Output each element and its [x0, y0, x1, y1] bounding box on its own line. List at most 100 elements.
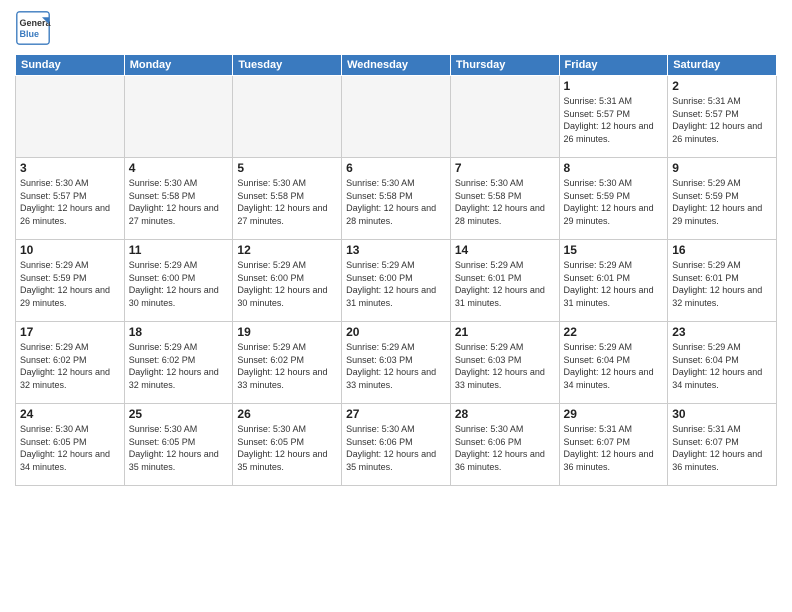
calendar-cell: 9 Sunrise: 5:29 AM Sunset: 5:59 PM Daylig…	[668, 158, 777, 240]
calendar-cell: 10 Sunrise: 5:29 AM Sunset: 5:59 PM Dayli…	[16, 240, 125, 322]
day-number: 11	[129, 243, 229, 257]
day-number: 7	[455, 161, 555, 175]
day-info: Sunrise: 5:30 AM Sunset: 5:57 PM Dayligh…	[20, 177, 120, 227]
calendar-cell: 17 Sunrise: 5:29 AM Sunset: 6:02 PM Dayli…	[16, 322, 125, 404]
day-number: 30	[672, 407, 772, 421]
day-number: 18	[129, 325, 229, 339]
day-number: 19	[237, 325, 337, 339]
calendar-cell: 15 Sunrise: 5:29 AM Sunset: 6:01 PM Dayli…	[559, 240, 668, 322]
day-number: 23	[672, 325, 772, 339]
day-number: 22	[564, 325, 664, 339]
day-number: 5	[237, 161, 337, 175]
day-number: 27	[346, 407, 446, 421]
day-number: 15	[564, 243, 664, 257]
calendar-cell: 19 Sunrise: 5:29 AM Sunset: 6:02 PM Dayli…	[233, 322, 342, 404]
week-row-2: 3 Sunrise: 5:30 AM Sunset: 5:57 PM Daylig…	[16, 158, 777, 240]
day-info: Sunrise: 5:29 AM Sunset: 6:02 PM Dayligh…	[237, 341, 337, 391]
day-number: 8	[564, 161, 664, 175]
week-row-1: 1Sunrise: 5:31 AM Sunset: 5:57 PM Daylig…	[16, 76, 777, 158]
day-number: 4	[129, 161, 229, 175]
calendar-cell: 20 Sunrise: 5:29 AM Sunset: 6:03 PM Dayli…	[342, 322, 451, 404]
logo: General Blue	[15, 10, 53, 46]
day-info: Sunrise: 5:30 AM Sunset: 5:59 PM Dayligh…	[564, 177, 664, 227]
calendar-cell: 23 Sunrise: 5:29 AM Sunset: 6:04 PM Dayli…	[668, 322, 777, 404]
day-number: 14	[455, 243, 555, 257]
logo-icon: General Blue	[15, 10, 51, 46]
day-info: Sunrise: 5:30 AM Sunset: 6:05 PM Dayligh…	[20, 423, 120, 473]
calendar-cell: 6 Sunrise: 5:30 AM Sunset: 5:58 PM Daylig…	[342, 158, 451, 240]
day-info: Sunrise: 5:30 AM Sunset: 6:05 PM Dayligh…	[129, 423, 229, 473]
day-info: Sunrise: 5:31 AM Sunset: 6:07 PM Dayligh…	[672, 423, 772, 473]
day-number: 13	[346, 243, 446, 257]
day-info: Sunrise: 5:30 AM Sunset: 6:06 PM Dayligh…	[346, 423, 446, 473]
day-number: 21	[455, 325, 555, 339]
day-info: Sunrise: 5:29 AM Sunset: 6:00 PM Dayligh…	[129, 259, 229, 309]
day-number: 17	[20, 325, 120, 339]
day-info: Sunrise: 5:29 AM Sunset: 6:03 PM Dayligh…	[455, 341, 555, 391]
week-row-5: 24 Sunrise: 5:30 AM Sunset: 6:05 PM Dayli…	[16, 404, 777, 486]
day-info: Sunrise: 5:30 AM Sunset: 5:58 PM Dayligh…	[237, 177, 337, 227]
calendar-cell: 25 Sunrise: 5:30 AM Sunset: 6:05 PM Dayli…	[124, 404, 233, 486]
calendar-cell: 14Sunrise: 5:29 AM Sunset: 6:01 PM Dayli…	[450, 240, 559, 322]
day-number: 28	[455, 407, 555, 421]
day-info: Sunrise: 5:29 AM Sunset: 6:03 PM Dayligh…	[346, 341, 446, 391]
calendar-cell	[233, 76, 342, 158]
day-info: Sunrise: 5:31 AM Sunset: 6:07 PM Dayligh…	[564, 423, 664, 473]
weekday-header-tuesday: Tuesday	[233, 55, 342, 76]
day-info: Sunrise: 5:29 AM Sunset: 6:02 PM Dayligh…	[129, 341, 229, 391]
day-info: Sunrise: 5:29 AM Sunset: 6:02 PM Dayligh…	[20, 341, 120, 391]
calendar-cell: 5 Sunrise: 5:30 AM Sunset: 5:58 PM Daylig…	[233, 158, 342, 240]
calendar-cell: 24 Sunrise: 5:30 AM Sunset: 6:05 PM Dayli…	[16, 404, 125, 486]
day-info: Sunrise: 5:29 AM Sunset: 6:04 PM Dayligh…	[672, 341, 772, 391]
calendar-cell: 13Sunrise: 5:29 AM Sunset: 6:00 PM Dayli…	[342, 240, 451, 322]
day-number: 3	[20, 161, 120, 175]
day-info: Sunrise: 5:29 AM Sunset: 6:01 PM Dayligh…	[564, 259, 664, 309]
calendar-cell	[124, 76, 233, 158]
day-number: 29	[564, 407, 664, 421]
calendar-cell: 26 Sunrise: 5:30 AM Sunset: 6:05 PM Dayli…	[233, 404, 342, 486]
calendar-cell: 16 Sunrise: 5:29 AM Sunset: 6:01 PM Dayli…	[668, 240, 777, 322]
calendar-cell: 2Sunrise: 5:31 AM Sunset: 5:57 PM Daylig…	[668, 76, 777, 158]
calendar-cell	[16, 76, 125, 158]
day-info: Sunrise: 5:29 AM Sunset: 5:59 PM Dayligh…	[20, 259, 120, 309]
calendar-cell: 18 Sunrise: 5:29 AM Sunset: 6:02 PM Dayli…	[124, 322, 233, 404]
calendar-cell: 1Sunrise: 5:31 AM Sunset: 5:57 PM Daylig…	[559, 76, 668, 158]
weekday-header-thursday: Thursday	[450, 55, 559, 76]
calendar-cell: 28Sunrise: 5:30 AM Sunset: 6:06 PM Dayli…	[450, 404, 559, 486]
day-number: 16	[672, 243, 772, 257]
weekday-header-saturday: Saturday	[668, 55, 777, 76]
day-info: Sunrise: 5:30 AM Sunset: 5:58 PM Dayligh…	[346, 177, 446, 227]
day-info: Sunrise: 5:30 AM Sunset: 5:58 PM Dayligh…	[129, 177, 229, 227]
calendar-cell: 8 Sunrise: 5:30 AM Sunset: 5:59 PM Daylig…	[559, 158, 668, 240]
day-number: 6	[346, 161, 446, 175]
day-info: Sunrise: 5:29 AM Sunset: 6:04 PM Dayligh…	[564, 341, 664, 391]
page: General Blue SundayMondayTuesdayWednesda…	[0, 0, 792, 612]
calendar-cell	[450, 76, 559, 158]
weekday-header-wednesday: Wednesday	[342, 55, 451, 76]
weekday-header-monday: Monday	[124, 55, 233, 76]
day-number: 9	[672, 161, 772, 175]
day-info: Sunrise: 5:30 AM Sunset: 6:05 PM Dayligh…	[237, 423, 337, 473]
day-info: Sunrise: 5:29 AM Sunset: 6:00 PM Dayligh…	[237, 259, 337, 309]
calendar-cell: 3 Sunrise: 5:30 AM Sunset: 5:57 PM Daylig…	[16, 158, 125, 240]
calendar-cell: 29 Sunrise: 5:31 AM Sunset: 6:07 PM Dayli…	[559, 404, 668, 486]
day-number: 10	[20, 243, 120, 257]
calendar-cell: 27 Sunrise: 5:30 AM Sunset: 6:06 PM Dayli…	[342, 404, 451, 486]
weekday-header-sunday: Sunday	[16, 55, 125, 76]
calendar-cell: 7 Sunrise: 5:30 AM Sunset: 5:58 PM Daylig…	[450, 158, 559, 240]
day-number: 1	[564, 79, 664, 93]
calendar-cell: 22 Sunrise: 5:29 AM Sunset: 6:04 PM Dayli…	[559, 322, 668, 404]
day-info: Sunrise: 5:30 AM Sunset: 5:58 PM Dayligh…	[455, 177, 555, 227]
day-info: Sunrise: 5:29 AM Sunset: 5:59 PM Dayligh…	[672, 177, 772, 227]
calendar-cell	[342, 76, 451, 158]
day-number: 20	[346, 325, 446, 339]
week-row-4: 17 Sunrise: 5:29 AM Sunset: 6:02 PM Dayli…	[16, 322, 777, 404]
day-number: 25	[129, 407, 229, 421]
calendar-table: SundayMondayTuesdayWednesdayThursdayFrid…	[15, 54, 777, 486]
calendar-cell: 11 Sunrise: 5:29 AM Sunset: 6:00 PM Dayli…	[124, 240, 233, 322]
day-number: 24	[20, 407, 120, 421]
day-info: Sunrise: 5:29 AM Sunset: 6:01 PM Dayligh…	[672, 259, 772, 309]
week-row-3: 10 Sunrise: 5:29 AM Sunset: 5:59 PM Dayli…	[16, 240, 777, 322]
calendar-cell: 4 Sunrise: 5:30 AM Sunset: 5:58 PM Daylig…	[124, 158, 233, 240]
day-number: 26	[237, 407, 337, 421]
